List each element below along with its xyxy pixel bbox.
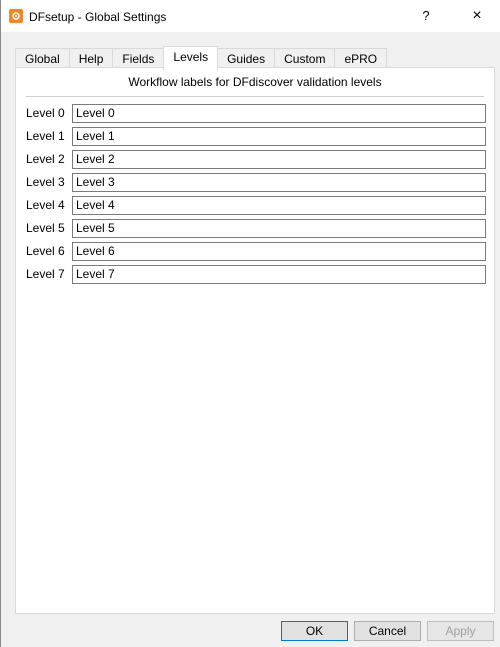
tab-bar: Global Help Fields Levels Guides Custom … — [15, 46, 388, 70]
cancel-button[interactable]: Cancel — [354, 621, 421, 641]
level-4-field[interactable] — [72, 195, 486, 215]
level-2-field[interactable] — [72, 149, 486, 169]
level-label: Level 2 — [26, 152, 65, 166]
level-label: Level 5 — [26, 221, 65, 235]
ok-button[interactable]: OK — [281, 621, 348, 641]
divider — [26, 96, 484, 97]
level-label: Level 0 — [26, 106, 65, 120]
tab-epro[interactable]: ePRO — [334, 48, 388, 69]
tab-help[interactable]: Help — [68, 48, 114, 69]
settings-window: DFsetup - Global Settings ? × Global Hel… — [0, 0, 500, 647]
apply-button[interactable]: Apply — [427, 621, 494, 641]
level-label: Level 7 — [26, 267, 65, 281]
level-label: Level 1 — [26, 129, 65, 143]
level-1-field[interactable] — [72, 126, 486, 146]
levels-panel: Workflow labels for DFdiscover validatio… — [15, 67, 495, 614]
tab-global[interactable]: Global — [15, 48, 70, 69]
tab-guides[interactable]: Guides — [217, 48, 276, 69]
level-label: Level 6 — [26, 244, 65, 258]
level-3-field[interactable] — [72, 172, 486, 192]
level-row: Level 5 — [26, 218, 486, 238]
level-5-field[interactable] — [72, 218, 486, 238]
level-7-field[interactable] — [72, 264, 486, 284]
level-label: Level 4 — [26, 198, 65, 212]
help-icon[interactable]: ? — [416, 6, 436, 26]
tab-fields[interactable]: Fields — [112, 48, 165, 69]
level-row: Level 1 — [26, 126, 486, 146]
level-row: Level 2 — [26, 149, 486, 169]
tab-custom[interactable]: Custom — [274, 48, 336, 69]
tab-levels[interactable]: Levels — [163, 46, 219, 70]
close-icon[interactable]: × — [467, 6, 487, 26]
level-row: Level 0 — [26, 103, 486, 123]
level-row: Level 6 — [26, 241, 486, 261]
level-label: Level 3 — [26, 175, 65, 189]
app-icon — [9, 9, 23, 23]
level-6-field[interactable] — [72, 241, 486, 261]
level-row: Level 7 — [26, 264, 486, 284]
window-title: DFsetup - Global Settings — [29, 10, 167, 24]
panel-header: Workflow labels for DFdiscover validatio… — [128, 75, 382, 89]
level-row: Level 4 — [26, 195, 486, 215]
level-0-field[interactable] — [72, 103, 486, 123]
title-bar[interactable]: DFsetup - Global Settings ? × — [1, 0, 500, 32]
level-rows: Level 0 Level 1 Level 2 Level 3 Level 4 … — [26, 103, 486, 287]
level-row: Level 3 — [26, 172, 486, 192]
